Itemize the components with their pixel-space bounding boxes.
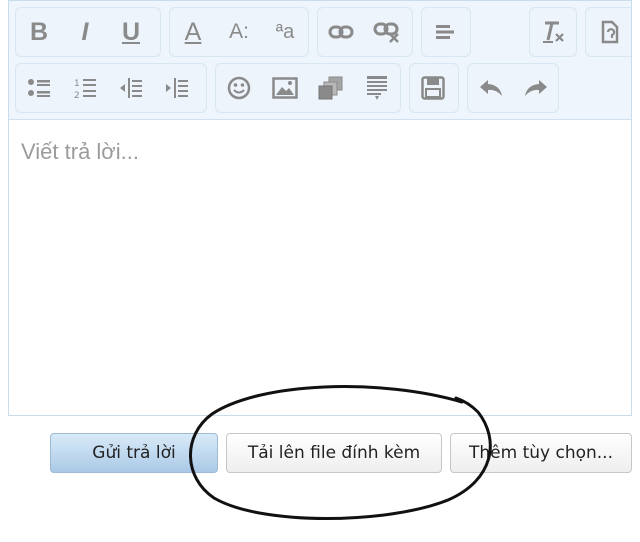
undo-icon: [479, 80, 502, 96]
indent-icon: [166, 78, 188, 98]
font-color-icon: A: [184, 17, 202, 46]
save-draft-button[interactable]: [410, 64, 456, 112]
image-icon: [272, 77, 298, 99]
smilie-icon: [227, 76, 251, 100]
media-icon: [318, 76, 343, 100]
more-options-button[interactable]: Thêm tùy chọn...: [450, 433, 632, 473]
undo-button[interactable]: [468, 64, 513, 112]
italic-icon: I: [81, 17, 89, 46]
align-group: [421, 7, 471, 57]
underline-button[interactable]: U: [108, 8, 154, 56]
draft-group: [409, 63, 459, 113]
link-group: [317, 7, 413, 57]
svg-text:2: 2: [74, 91, 80, 99]
list-group: 1 2: [15, 63, 207, 113]
link-button[interactable]: [318, 8, 364, 56]
unlink-icon: [373, 22, 399, 43]
remove-format-button[interactable]: [530, 8, 576, 56]
indent-button[interactable]: [154, 64, 200, 112]
upload-attachment-button[interactable]: Tải lên file đính kèm: [226, 433, 442, 473]
bold-button[interactable]: B: [16, 8, 62, 56]
redo-button[interactable]: [513, 64, 558, 112]
bullet-list-icon: [28, 79, 50, 97]
upload-attachment-label: Tải lên file đính kèm: [247, 443, 421, 463]
font-color-button[interactable]: A: [170, 8, 216, 56]
outdent-icon: [120, 78, 142, 98]
insert-icon: [367, 76, 387, 100]
underline-icon: U: [121, 17, 141, 46]
media-button[interactable]: [308, 64, 354, 112]
bullet-list-button[interactable]: [16, 64, 62, 112]
font-family-icon: ªa: [275, 20, 295, 43]
remove-format-group: [529, 7, 577, 57]
reply-textarea[interactable]: Viết trả lời...: [21, 139, 139, 165]
toggle-bbcode-icon: [601, 20, 618, 44]
insert-group: [215, 63, 401, 113]
save-draft-icon: [421, 76, 445, 100]
remove-format-icon: [543, 21, 564, 43]
svg-text:1: 1: [74, 79, 80, 89]
align-button[interactable]: [422, 8, 468, 56]
italic-button[interactable]: I: [62, 8, 108, 56]
font-group: A A: ªa: [169, 7, 309, 57]
more-options-label: Thêm tùy chọn...: [469, 443, 613, 463]
toggle-bbcode-button[interactable]: [586, 8, 631, 56]
bbcode-group: [585, 7, 631, 57]
text-style-group: B I U: [15, 7, 161, 57]
outdent-button[interactable]: [108, 64, 154, 112]
reply-button[interactable]: Gửi trả lời: [50, 433, 218, 473]
insert-button[interactable]: [354, 64, 400, 112]
rich-text-editor: B I U A A: ªa 1 2 Viết trả lời...: [8, 0, 632, 416]
history-group: [467, 63, 559, 113]
numbered-list-button[interactable]: 1 2: [62, 64, 108, 112]
reply-button-label: Gửi trả lời: [92, 443, 176, 463]
font-size-icon: A:: [229, 20, 249, 43]
unlink-button[interactable]: [364, 8, 410, 56]
bold-icon: B: [29, 17, 49, 46]
align-icon: [436, 25, 454, 39]
editor-toolbar: B I U A A: ªa 1 2: [9, 1, 631, 120]
numbered-list-icon: 1 2: [74, 79, 96, 99]
font-size-button[interactable]: A:: [216, 8, 262, 56]
smilie-button[interactable]: [216, 64, 262, 112]
image-button[interactable]: [262, 64, 308, 112]
redo-icon: [524, 80, 547, 96]
reply-placeholder: Viết trả lời...: [21, 139, 139, 164]
link-icon: [328, 25, 354, 39]
font-family-button[interactable]: ªa: [262, 8, 308, 56]
